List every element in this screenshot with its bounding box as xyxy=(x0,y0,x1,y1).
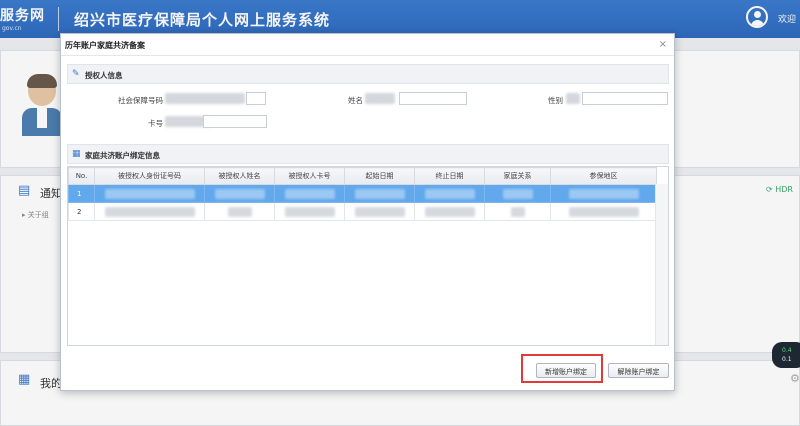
name-label: 姓名 xyxy=(348,96,363,105)
card-input[interactable] xyxy=(203,115,267,128)
gender-input[interactable] xyxy=(582,92,668,105)
name-cell xyxy=(204,202,275,221)
col-region[interactable]: 参保地区 xyxy=(550,167,657,185)
ssn-redacted xyxy=(165,93,245,104)
table-row[interactable]: 2 xyxy=(68,202,657,221)
gender-redacted xyxy=(566,93,580,104)
table-header-row: No. 被授权人身份证号码 被授权人姓名 被授权人卡号 起始日期 终止日期 家庭… xyxy=(68,167,657,185)
relationship-cell xyxy=(484,184,551,203)
remove-binding-button[interactable]: 解除账户绑定 xyxy=(608,363,669,378)
authorizer-section-header: ✎ 授权人信息 xyxy=(67,64,669,84)
col-relationship[interactable]: 家庭关系 xyxy=(484,167,551,185)
end-date-cell xyxy=(414,184,485,203)
highlight-box xyxy=(521,354,603,383)
gender-label: 性别 xyxy=(548,96,563,105)
col-grantee-card[interactable]: 被授权人卡号 xyxy=(274,167,345,185)
card-label: 卡号 xyxy=(148,119,163,128)
name-redacted xyxy=(365,93,395,104)
col-start-date[interactable]: 起始日期 xyxy=(344,167,415,185)
table-scrollbar[interactable] xyxy=(655,184,668,345)
close-icon[interactable]: × xyxy=(659,39,667,50)
row-number: 1 xyxy=(68,184,95,203)
dialog-title: 历年账户家庭共济备案 xyxy=(65,41,145,50)
ssn-input[interactable] xyxy=(246,92,266,105)
dialog-header: 历年账户家庭共济备案 × xyxy=(61,34,674,56)
binding-section-header: ▦ 家庭共济账户绑定信息 xyxy=(67,144,669,164)
row-number: 2 xyxy=(68,202,95,221)
id-number-cell xyxy=(94,202,205,221)
family-account-dialog: 历年账户家庭共济备案 × ✎ 授权人信息 社会保障号码 姓名 性别 卡号 ▦ 家… xyxy=(60,33,675,391)
binding-section-title: 家庭共济账户绑定信息 xyxy=(85,151,160,160)
col-grantee-name[interactable]: 被授权人姓名 xyxy=(204,167,275,185)
ssn-label: 社会保障号码 xyxy=(118,96,163,105)
card-cell xyxy=(274,202,345,221)
col-end-date[interactable]: 终止日期 xyxy=(414,167,485,185)
start-date-cell xyxy=(344,202,415,221)
region-cell xyxy=(550,184,657,203)
col-no[interactable]: No. xyxy=(68,167,95,185)
relationship-cell xyxy=(484,202,551,221)
card-cell xyxy=(274,184,345,203)
name-input[interactable] xyxy=(399,92,467,105)
name-cell xyxy=(204,184,275,203)
start-date-cell xyxy=(344,184,415,203)
id-number-cell xyxy=(94,184,205,203)
grid-icon: ▦ xyxy=(72,149,81,159)
table-row[interactable]: 1 xyxy=(68,184,657,203)
binding-table: No. 被授权人身份证号码 被授权人姓名 被授权人卡号 起始日期 终止日期 家庭… xyxy=(67,166,669,346)
edit-icon: ✎ xyxy=(72,69,80,79)
col-id-number[interactable]: 被授权人身份证号码 xyxy=(94,167,205,185)
end-date-cell xyxy=(414,202,485,221)
authorizer-section-title: 授权人信息 xyxy=(85,71,123,80)
region-cell xyxy=(550,202,657,221)
